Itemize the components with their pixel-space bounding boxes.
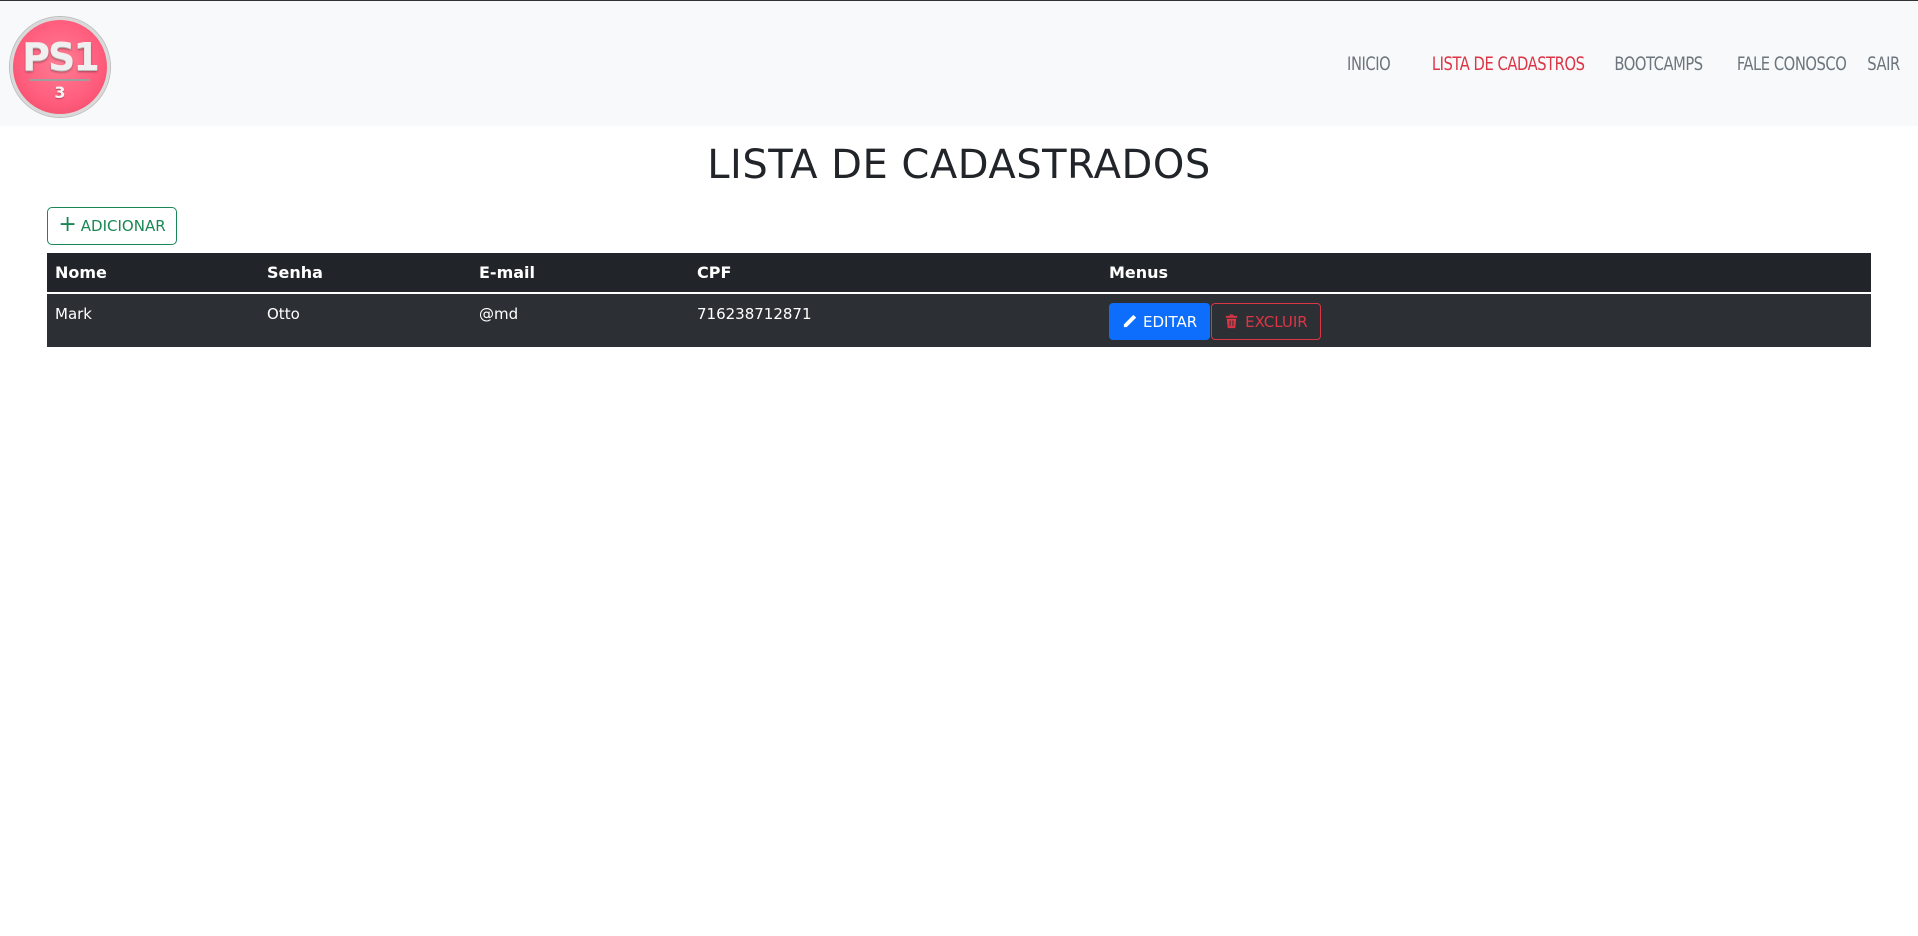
registrations-table: Nome Senha E-mail CPF Menus Mark Otto @m… [47, 253, 1871, 347]
page-title: LISTA DE CADASTRADOS [707, 142, 1211, 188]
add-button[interactable]: + ADICIONAR [47, 207, 177, 245]
nav-item-bootcamps[interactable]: BOOTCAMPS [1614, 53, 1703, 75]
pencil-icon [1123, 314, 1137, 328]
edit-button-label: EDITAR [1143, 312, 1198, 331]
nav-item-fale-conosco[interactable]: FALE CONOSCO [1737, 53, 1847, 75]
header-cpf: CPF [689, 253, 1101, 294]
delete-button-label: EXCLUIR [1245, 312, 1308, 331]
logo-sub-text: 3 [54, 82, 66, 102]
add-button-label: ADICIONAR [80, 217, 166, 235]
cell-senha: Otto [259, 293, 471, 347]
logo-main-text: PS1 [22, 34, 100, 79]
cell-email: @md [471, 293, 689, 347]
delete-button[interactable]: EXCLUIR [1211, 303, 1321, 340]
navbar: PS1 3 INICIO LISTA DE CADASTROS BOOTCAMP… [0, 0, 1918, 126]
cell-nome: Mark [47, 293, 259, 347]
plus-icon: + [58, 212, 77, 237]
table-header-row: Nome Senha E-mail CPF Menus [47, 253, 1871, 294]
table-row: Mark Otto @md 716238712871 EDITAR EXCLUI… [47, 293, 1871, 347]
brand-logo[interactable]: PS1 3 [10, 17, 110, 117]
nav-item-inicio[interactable]: INICIO [1347, 53, 1391, 75]
nav-item-sair[interactable]: SAIR [1867, 53, 1900, 75]
cell-cpf: 716238712871 [689, 293, 1101, 347]
trash-icon [1226, 314, 1238, 329]
cell-menus: EDITAR EXCLUIR [1101, 293, 1871, 347]
nav-item-lista-de-cadastros[interactable]: LISTA DE CADASTROS [1431, 53, 1584, 75]
registrations-table-container: Nome Senha E-mail CPF Menus Mark Otto @m… [47, 253, 1871, 347]
header-nome: Nome [47, 253, 259, 294]
header-senha: Senha [259, 253, 471, 294]
header-menus: Menus [1101, 253, 1871, 294]
main-nav: INICIO LISTA DE CADASTROS BOOTCAMPS FALE… [1340, 53, 1900, 75]
logo-divider [30, 78, 90, 81]
header-email: E-mail [471, 253, 689, 294]
edit-button[interactable]: EDITAR [1109, 303, 1211, 340]
